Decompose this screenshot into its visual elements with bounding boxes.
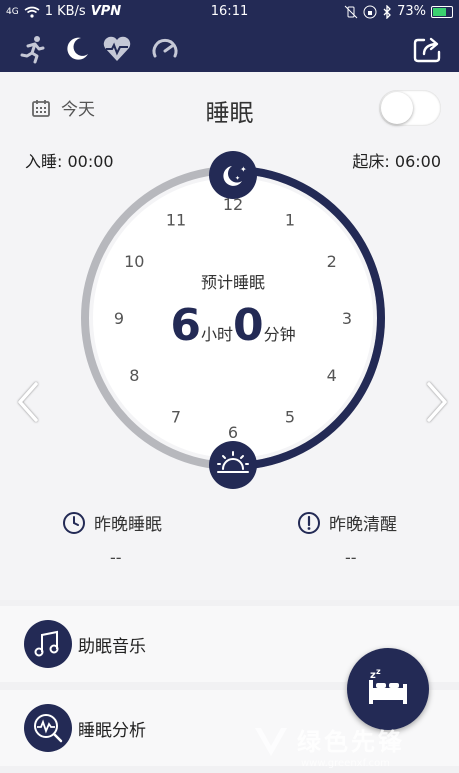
gauge-icon[interactable] — [150, 34, 180, 64]
minutes-unit: 分钟 — [264, 325, 296, 344]
last-night-awake-label: 昨晚清醒 — [329, 515, 397, 535]
analysis-icon — [24, 704, 72, 752]
dial-number-5: 5 — [285, 408, 295, 427]
heart-rate-icon[interactable] — [102, 34, 132, 64]
battery-percent: 73% — [397, 4, 426, 19]
dial-number-10: 10 — [124, 252, 144, 271]
next-day-arrow[interactable] — [423, 380, 451, 424]
estimated-sleep-label: 预计睡眠 — [201, 273, 265, 292]
sleep-analysis-label: 睡眠分析 — [78, 721, 146, 741]
dial-number-9: 9 — [114, 309, 124, 328]
sleep-dial[interactable]: 121234567891011 预计睡眠 6小时0分钟 ✦ ✦ — [0, 150, 459, 490]
watermark-text: 绿色先锋 — [297, 728, 405, 756]
last-night-sleep-value: -- — [110, 548, 122, 567]
status-bar: 4G 1 KB/s VPN 16:11 73% — [0, 0, 459, 24]
last-night-awake-value: -- — [345, 548, 357, 567]
sleep-music-label: 助眠音乐 — [78, 637, 146, 657]
lock-rotation-icon — [363, 5, 377, 18]
last-night-awake: 昨晚清醒 — [297, 510, 397, 535]
dial-number-11: 11 — [166, 210, 186, 229]
share-icon[interactable] — [412, 34, 442, 64]
bluetooth-icon — [383, 4, 392, 19]
moon-icon[interactable] — [62, 34, 92, 64]
vibrate-icon — [344, 5, 358, 18]
dial-number-1: 1 — [285, 210, 295, 229]
watermark-logo: 绿色先锋 www.greenxf.com — [255, 728, 405, 769]
svg-text:✦: ✦ — [240, 165, 247, 174]
dial-number-3: 3 — [342, 309, 352, 328]
dial-number-4: 4 — [327, 366, 337, 385]
hours-unit: 小时 — [201, 325, 233, 344]
toggle-knob — [381, 92, 413, 124]
dial-number-2: 2 — [327, 252, 337, 271]
svg-text:z: z — [376, 667, 381, 676]
previous-day-arrow[interactable] — [14, 380, 42, 424]
last-night-sleep: 昨晚睡眠 — [62, 510, 162, 535]
running-icon[interactable] — [18, 34, 48, 64]
svg-text:✦: ✦ — [235, 175, 240, 182]
battery-icon — [431, 5, 453, 18]
clock-icon — [63, 511, 85, 534]
dial-number-6: 6 — [228, 423, 238, 442]
sleep-toggle[interactable] — [379, 90, 441, 126]
hours-value: 6 — [170, 300, 201, 351]
minutes-value: 0 — [233, 300, 264, 351]
clock: 16:11 — [210, 4, 249, 19]
alert-icon — [298, 511, 320, 534]
dial-number-8: 8 — [129, 366, 139, 385]
sleep-handle[interactable]: ✦ ✦ — [209, 151, 257, 199]
top-nav — [0, 24, 459, 72]
dial-number-7: 7 — [171, 408, 181, 427]
watermark-url: www.greenxf.com — [301, 758, 390, 769]
wake-handle[interactable] — [209, 441, 257, 489]
music-note-icon — [24, 620, 72, 668]
last-night-sleep-label: 昨晚睡眠 — [94, 515, 162, 535]
